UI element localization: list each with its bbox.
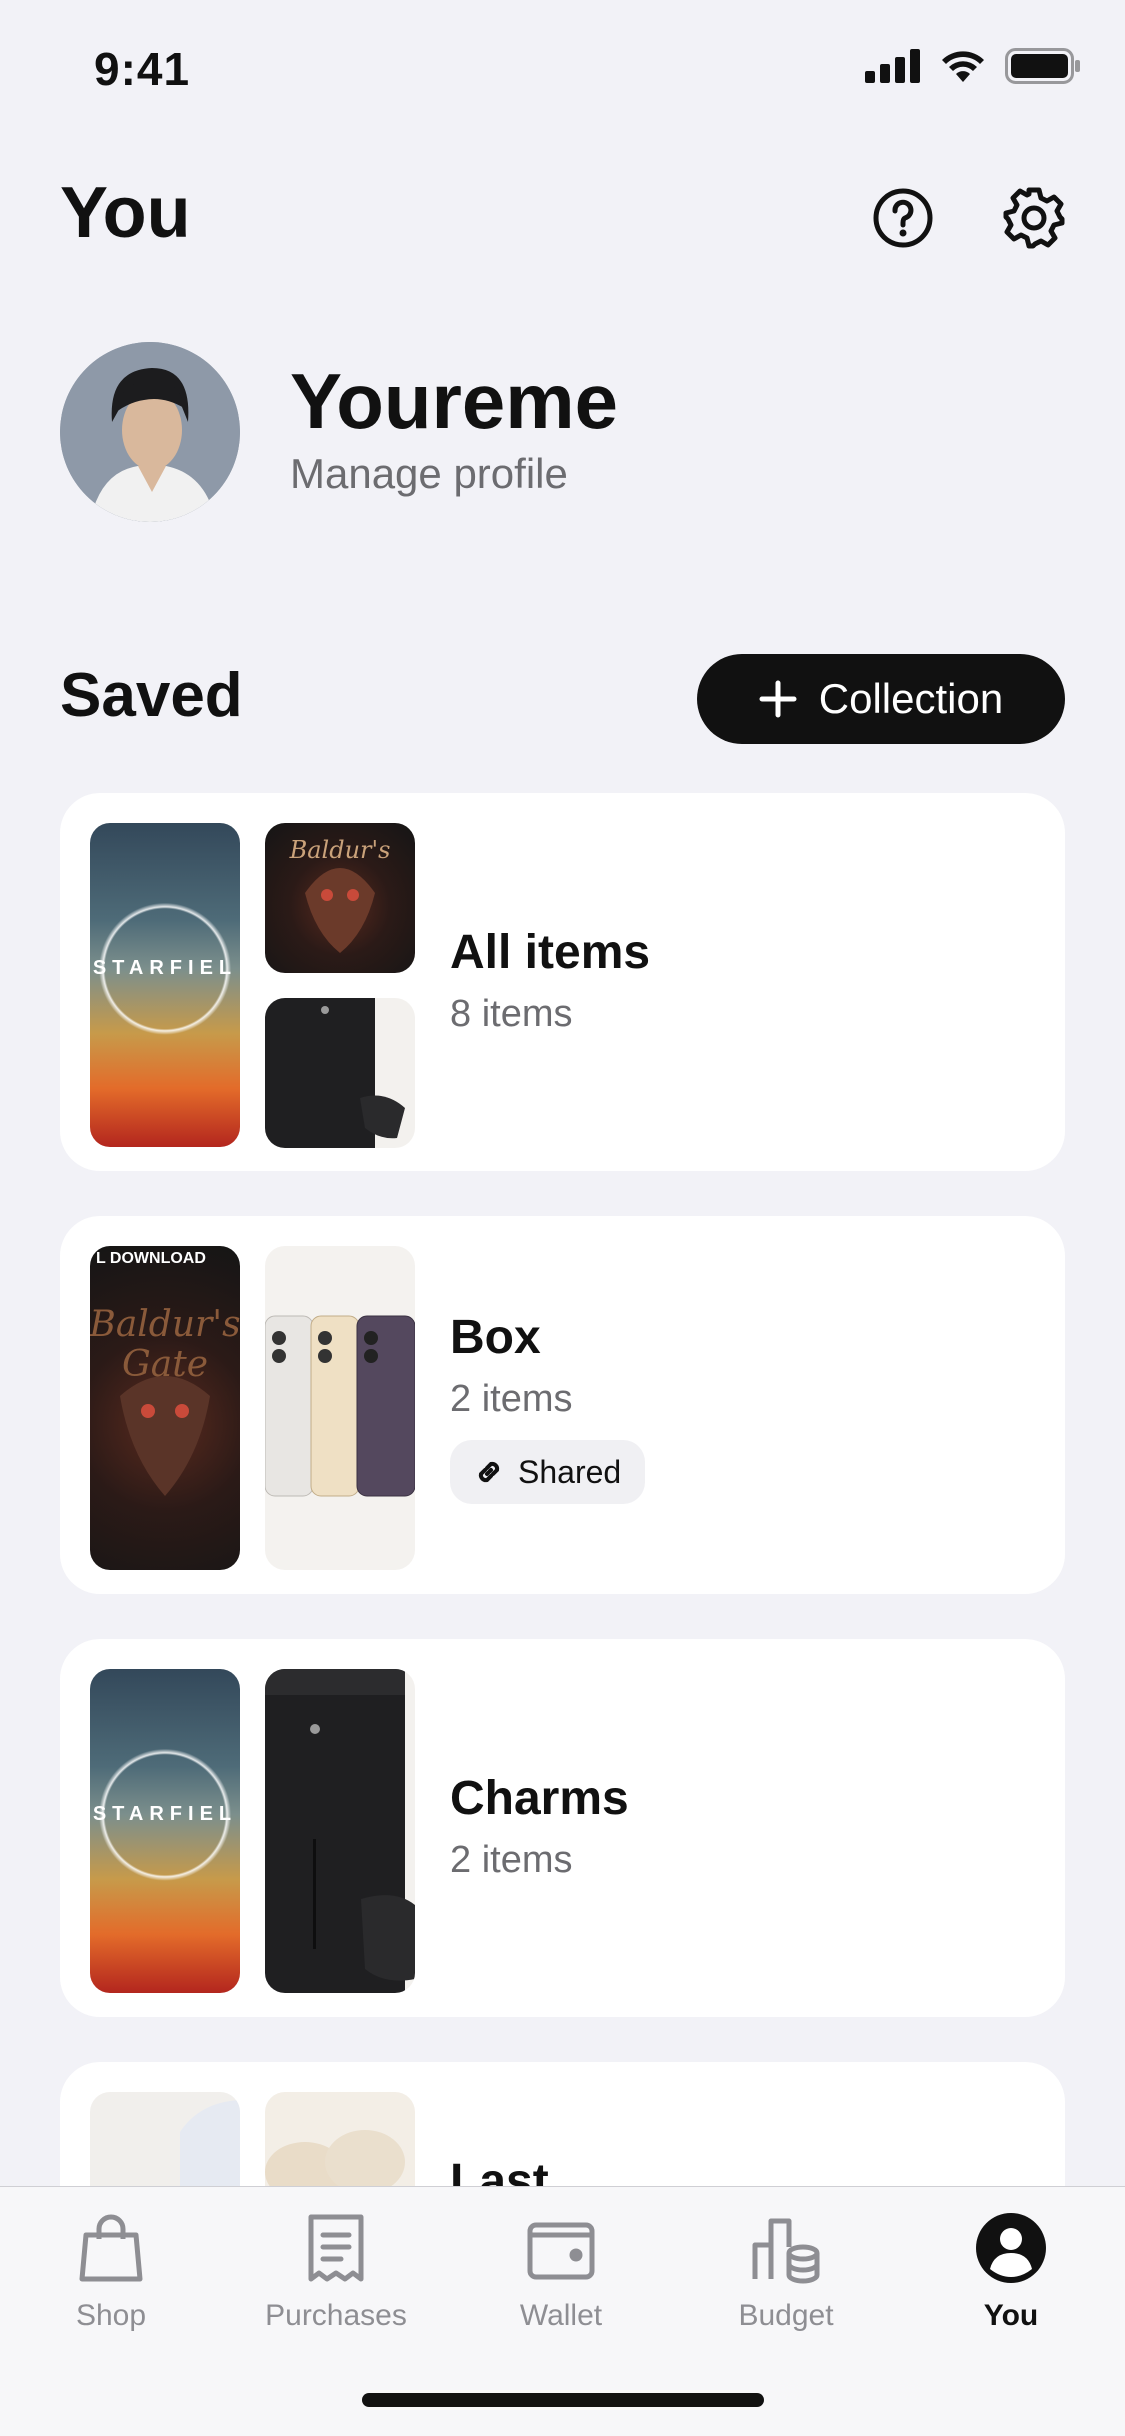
tab-label: Wallet xyxy=(519,2299,603,2332)
add-collection-button[interactable]: Collection xyxy=(697,654,1065,744)
help-button[interactable] xyxy=(869,184,937,252)
tab-wallet[interactable]: Wallet xyxy=(471,2211,651,2333)
thumb-starfield-text: STARFIEL xyxy=(92,1803,238,1825)
thumb-starfield-text: STARFIEL xyxy=(92,957,238,979)
saved-section-title: Saved xyxy=(60,661,243,730)
collection-title: All items xyxy=(450,926,651,979)
xbox-console-art xyxy=(265,998,405,1148)
add-collection-label: Collection xyxy=(818,675,1004,722)
collection-card-charms[interactable]: STARFIEL Charms 2 items xyxy=(60,1639,1065,2017)
wallet-icon xyxy=(527,2222,595,2280)
receipt-icon xyxy=(308,2214,364,2282)
thumb-download-text: L DOWNLOAD xyxy=(96,1250,206,1267)
home-indicator[interactable] xyxy=(362,2393,764,2407)
question-circle-icon xyxy=(873,188,933,248)
tab-label: You xyxy=(983,2299,1039,2332)
thumb-starfield: STARFIEL xyxy=(90,1669,240,1993)
collection-card-box[interactable]: L DOWNLOAD Baldur's Gate Box 2 items Sha… xyxy=(60,1216,1065,1594)
tab-shop[interactable]: Shop xyxy=(21,2211,201,2333)
tab-purchases[interactable]: Purchases xyxy=(246,2211,426,2333)
collection-count: 2 items xyxy=(450,1839,573,1881)
thumb-baldurs-gate: Baldur's xyxy=(265,823,415,973)
iphone-art xyxy=(265,1315,415,1497)
shared-badge[interactable]: Shared xyxy=(450,1440,646,1504)
collection-title: Box xyxy=(450,1311,541,1364)
status-time: 9:41 xyxy=(94,43,191,95)
thumb-iphone xyxy=(265,1246,415,1570)
status-icons xyxy=(865,48,1081,84)
status-bar: 9:41 xyxy=(0,0,1125,140)
gear-icon xyxy=(1003,187,1065,249)
tab-label: Budget xyxy=(738,2299,834,2332)
tab-label: Purchases xyxy=(265,2299,407,2332)
collection-count: 8 items xyxy=(450,993,573,1035)
collection-title: Charms xyxy=(450,1772,629,1825)
manage-profile-link[interactable]: Manage profile xyxy=(290,450,568,498)
budget-icon xyxy=(752,2218,820,2284)
tab-you[interactable]: You xyxy=(921,2211,1101,2333)
avatar-photo xyxy=(60,342,240,522)
avatar[interactable] xyxy=(60,342,240,522)
svg-text:Baldur's: Baldur's xyxy=(90,1304,240,1345)
collection-count: 2 items xyxy=(450,1378,573,1420)
battery-icon xyxy=(1005,48,1080,84)
signal-icon xyxy=(865,49,920,83)
shopping-bag-icon xyxy=(79,2214,143,2282)
wifi-icon xyxy=(942,51,984,82)
thumb-baldurs-gate-tall: L DOWNLOAD Baldur's Gate xyxy=(90,1246,240,1570)
profile-name: Youreme xyxy=(290,357,618,445)
thumb-xbox xyxy=(265,998,415,1148)
page-title: You xyxy=(60,173,191,253)
baldurs-gate-art: Baldur's xyxy=(289,836,391,953)
settings-button[interactable] xyxy=(1000,184,1068,252)
baldurs-gate-art: Baldur's Gate xyxy=(90,1304,240,1496)
thumb-xbox xyxy=(265,1669,415,1993)
plus-icon xyxy=(759,680,797,718)
shared-badge-label: Shared xyxy=(518,1453,622,1490)
tab-label: Shop xyxy=(75,2299,147,2332)
profile-icon xyxy=(976,2213,1046,2283)
link-icon xyxy=(478,1461,500,1483)
xbox-console-art xyxy=(265,1669,415,1993)
collection-card-all-items[interactable]: STARFIEL Baldur's All items 8 items xyxy=(60,793,1065,1171)
tab-budget[interactable]: Budget xyxy=(696,2211,876,2333)
svg-text:Baldur's: Baldur's xyxy=(289,836,391,864)
thumb-starfield: STARFIEL xyxy=(90,823,240,1147)
